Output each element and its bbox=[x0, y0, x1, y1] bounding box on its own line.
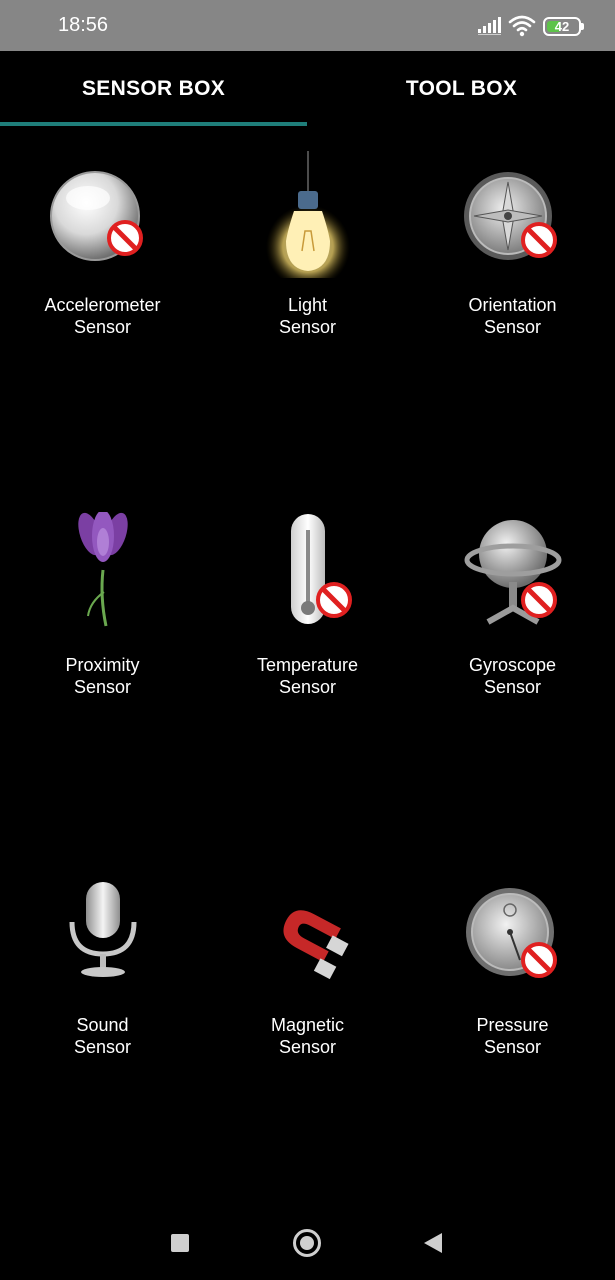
sensor-label: Temperature Sensor bbox=[256, 655, 359, 697]
sensor-label: Magnetic Sensor bbox=[270, 1015, 345, 1057]
unavailable-icon bbox=[316, 582, 352, 618]
magnet-icon bbox=[283, 910, 349, 980]
signal-icon bbox=[478, 17, 501, 35]
battery-icon: 42 bbox=[543, 17, 584, 36]
unavailable-icon bbox=[521, 942, 557, 978]
back-icon[interactable] bbox=[424, 1233, 442, 1253]
tab-tool-box[interactable]: TOOL BOX bbox=[308, 51, 615, 127]
recent-apps-icon[interactable] bbox=[171, 1234, 189, 1252]
battery-level: 42 bbox=[554, 19, 570, 34]
wifi-icon bbox=[508, 15, 536, 37]
sensor-label: Accelerometer Sensor bbox=[44, 295, 161, 337]
sensor-tile-orientation[interactable]: Orientation Sensor bbox=[410, 168, 615, 368]
home-icon[interactable] bbox=[293, 1229, 321, 1257]
status-time: 18:56 bbox=[58, 14, 109, 36]
sensor-label: Pressure Sensor bbox=[476, 1015, 549, 1057]
sensor-tile-pressure[interactable]: Pressure Sensor bbox=[410, 880, 615, 1080]
tab-sensor-box[interactable]: SENSOR BOX bbox=[0, 51, 307, 127]
navigation-bar bbox=[0, 1210, 615, 1280]
sensor-tile-magnetic[interactable]: Magnetic Sensor bbox=[205, 880, 410, 1080]
tab-bar: SENSOR BOX TOOL BOX bbox=[0, 51, 615, 127]
unavailable-icon bbox=[107, 220, 143, 256]
sensor-label: Gyroscope Sensor bbox=[468, 655, 557, 697]
sensor-tile-proximity[interactable]: Proximity Sensor bbox=[0, 512, 205, 712]
microphone-icon bbox=[69, 882, 136, 977]
sensor-tile-accelerometer[interactable]: Accelerometer Sensor bbox=[0, 168, 205, 368]
sensor-tile-gyroscope[interactable]: Gyroscope Sensor bbox=[410, 512, 615, 712]
flower-icon bbox=[77, 512, 128, 627]
sensor-label: Proximity Sensor bbox=[65, 655, 140, 697]
sensor-tile-sound[interactable]: Sound Sensor bbox=[0, 880, 205, 1080]
sensor-label: Light Sensor bbox=[278, 295, 337, 337]
status-bar: 18:56 42 bbox=[0, 0, 615, 51]
unavailable-icon bbox=[521, 222, 557, 258]
lightbulb-icon bbox=[265, 151, 350, 278]
sensor-label: Orientation Sensor bbox=[468, 295, 557, 337]
tab-selected-indicator bbox=[0, 122, 307, 126]
sensor-tile-temperature[interactable]: Temperature Sensor bbox=[205, 512, 410, 712]
sensor-tile-light[interactable]: Light Sensor bbox=[205, 151, 410, 368]
unavailable-icon bbox=[521, 582, 557, 618]
sensor-label: Sound Sensor bbox=[73, 1015, 132, 1057]
